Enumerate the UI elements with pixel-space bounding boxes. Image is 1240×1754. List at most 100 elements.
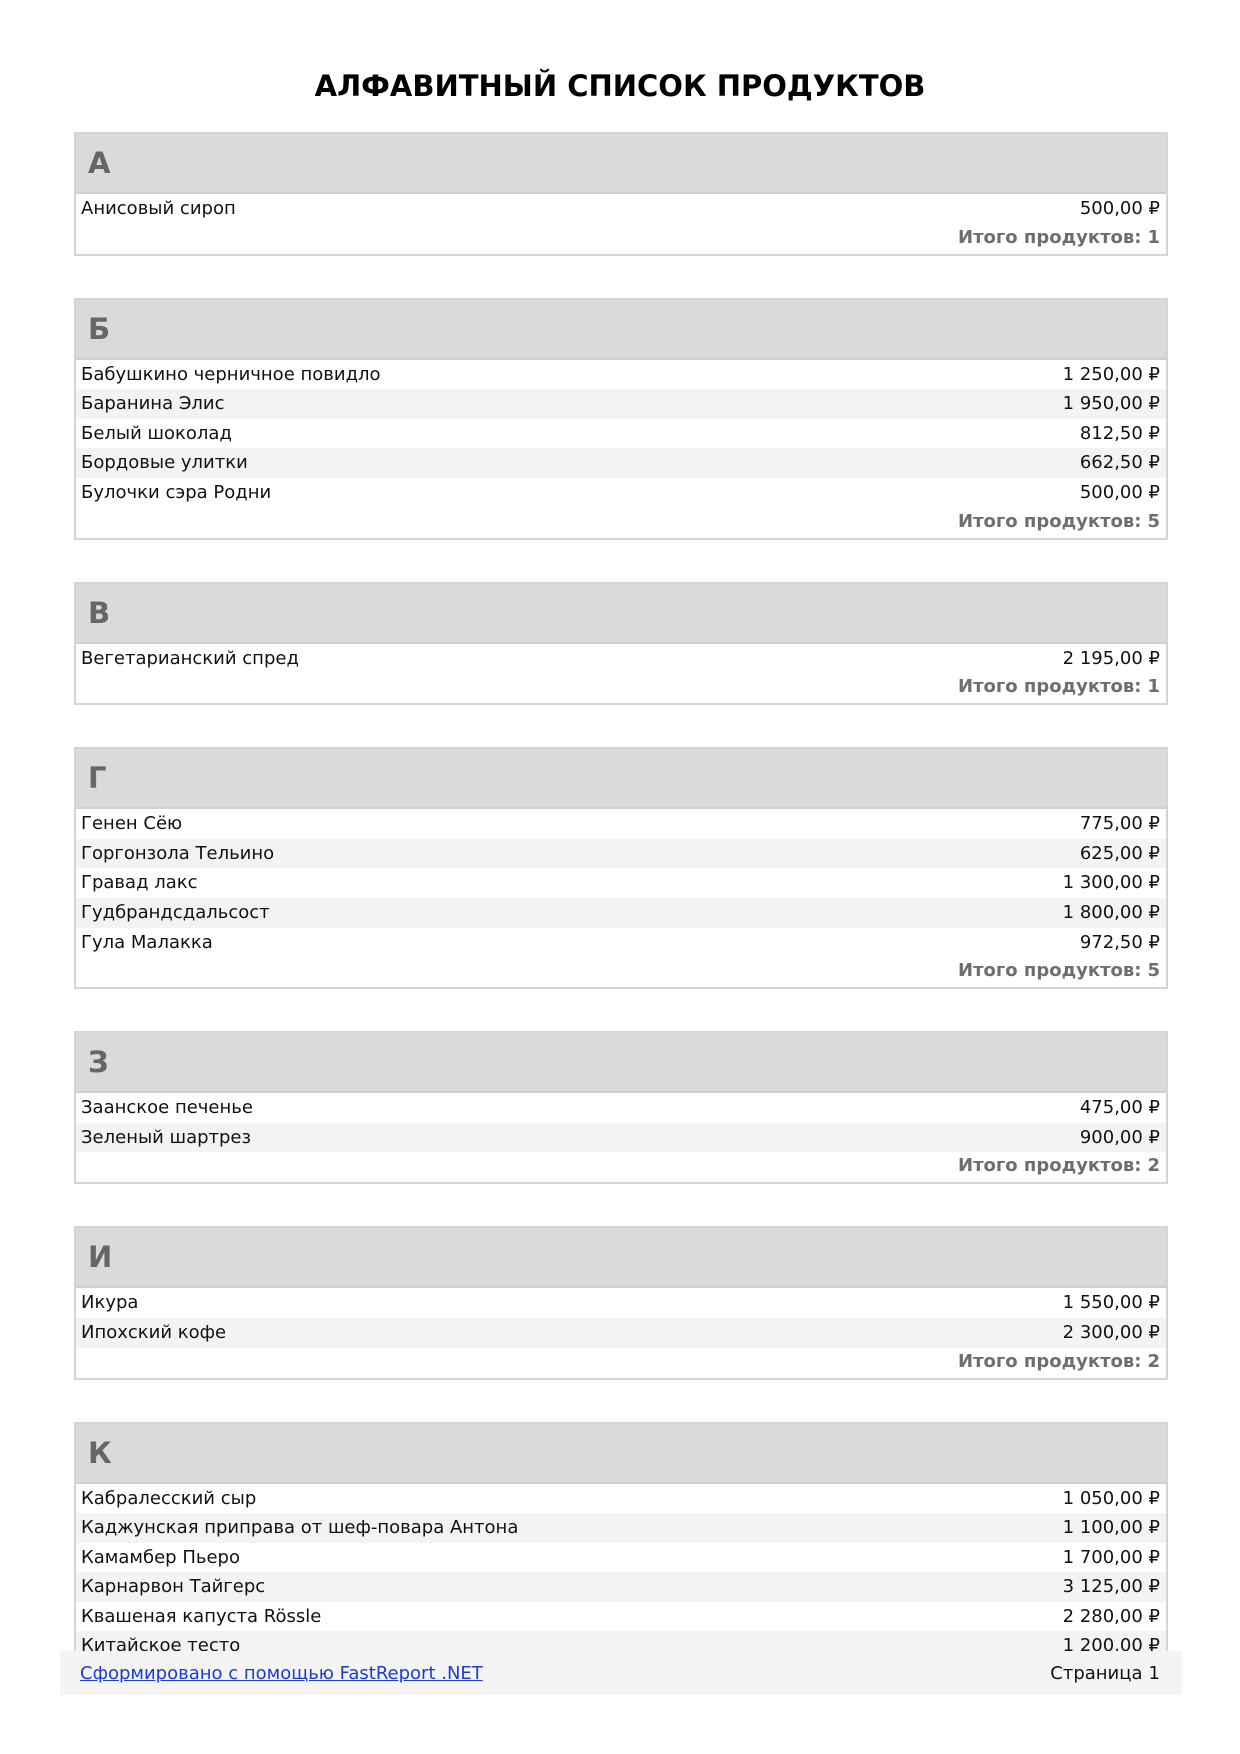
group-total-count: 2 [1147, 1155, 1160, 1177]
letter-group: Б Бабушкино черничное повидло 1 250,00 ₽ Ба… [74, 297, 1168, 540]
product-price: 1 050,00 ₽ [1062, 1487, 1160, 1509]
product-price: 2 195,00 ₽ [1062, 647, 1160, 669]
product-name: Гула Малакка [81, 931, 213, 953]
product-name: Баранина Элис [81, 393, 225, 415]
product-row: Баранина Элис 1 950,00 ₽ [76, 389, 1166, 419]
product-price: 1 300,00 ₽ [1062, 872, 1160, 894]
product-row: Камамбер Пьеро 1 700,00 ₽ [76, 1543, 1166, 1573]
product-price: 2 300,00 ₽ [1062, 1321, 1160, 1343]
product-name: Генен Сёю [81, 813, 183, 835]
product-row: Бордовые улитки 662,50 ₽ [76, 448, 1166, 478]
group-total-count: 5 [1147, 510, 1160, 532]
product-name: Ипохский кофе [81, 1321, 227, 1343]
product-price: 1 250,00 ₽ [1062, 363, 1160, 385]
product-row: Заанское печенье 475,00 ₽ [76, 1093, 1166, 1123]
page-label: Страница [1050, 1662, 1143, 1684]
group-letter-header: К [76, 1423, 1166, 1484]
product-row: Белый шоколад 812,50 ₽ [76, 419, 1166, 449]
group-total-label: Итого продуктов: [958, 510, 1142, 532]
product-name: Икура [81, 1292, 139, 1314]
letter-group: К Кабралесский сыр 1 050,00 ₽ Каджунская пр… [74, 1421, 1168, 1662]
letter-group: А Анисовый сироп 500,00 ₽ Итого продуктов: 1 [74, 132, 1168, 256]
product-name: Карнарвон Тайгерс [81, 1576, 266, 1598]
product-row: Зеленый шартрез 900,00 ₽ [76, 1122, 1166, 1153]
product-price: 500,00 ₽ [1079, 198, 1160, 219]
letter-group: Г Генен Сёю 775,00 ₽ Горгонзола Тельино 625,… [74, 747, 1168, 990]
product-row: Ипохский кофе 2 300,00 ₽ [76, 1317, 1166, 1348]
product-name: Белый шоколад [81, 422, 232, 444]
product-price: 1 100,00 ₽ [1062, 1517, 1160, 1539]
page-footer: Сформировано с помощью FastReport .NET С… [60, 1651, 1182, 1695]
product-row: Анисовый сироп 500,00 ₽ [76, 194, 1166, 224]
product-row: Каджунская приправа от шеф-повара Антона… [76, 1513, 1166, 1543]
letter-group: И Икура 1 550,00 ₽ Ипохский кофе 2 300,00 ₽ И… [74, 1226, 1168, 1380]
group-letter-header: И [76, 1228, 1166, 1289]
group-letter-header: А [76, 134, 1166, 194]
product-price: 475,00 ₽ [1079, 1097, 1160, 1119]
group-total-label: Итого продуктов: [958, 1155, 1142, 1177]
product-name: Гравад лакс [81, 872, 198, 894]
product-row: Генен Сёю 775,00 ₽ [76, 809, 1166, 839]
group-total-count: 2 [1147, 1350, 1160, 1372]
group-total-label: Итого продуктов: [958, 960, 1142, 982]
group-total: Итого продуктов: 2 [76, 1348, 1166, 1378]
group-letter-header: Б [76, 299, 1166, 360]
product-price: 1 950,00 ₽ [1062, 393, 1160, 415]
product-name: Анисовый сироп [81, 198, 236, 219]
product-price: 3 125,00 ₽ [1062, 1576, 1160, 1598]
product-row: Вегетарианский спред 2 195,00 ₽ [76, 644, 1166, 674]
product-price: 972,50 ₽ [1079, 931, 1160, 953]
report-title: АЛФАВИТНЫЙ СПИСОК ПРОДУКТОВ [314, 69, 926, 103]
product-name: Заанское печенье [81, 1097, 253, 1119]
product-row: Кабралесский сыр 1 050,00 ₽ [76, 1484, 1166, 1514]
product-name: Горгонзола Тельино [81, 842, 275, 864]
product-row: Гудбрандсдальсост 1 800,00 ₽ [76, 897, 1166, 928]
product-price: 775,00 ₽ [1079, 813, 1160, 835]
product-name: Бордовые улитки [81, 452, 248, 474]
group-total: Итого продуктов: 5 [76, 957, 1166, 987]
product-price: 1 550,00 ₽ [1062, 1292, 1160, 1314]
product-row: Икура 1 550,00 ₽ [76, 1288, 1166, 1318]
product-groups: А Анисовый сироп 500,00 ₽ Итого продуктов: 1… [74, 132, 1168, 1662]
product-name: Зеленый шартрез [81, 1126, 252, 1148]
product-price: 500,00 ₽ [1079, 481, 1160, 503]
product-row: Гравад лакс 1 300,00 ₽ [76, 868, 1166, 898]
group-total: Итого продуктов: 1 [76, 673, 1166, 703]
product-price: 2 280,00 ₽ [1062, 1605, 1160, 1627]
page-indicator: Страница 1 [1050, 1663, 1160, 1684]
group-letter-header: Г [76, 749, 1166, 810]
product-price: 625,00 ₽ [1079, 842, 1160, 864]
product-name: Квашеная капуста Rössle [81, 1605, 322, 1627]
group-total-label: Итого продуктов: [958, 1350, 1142, 1372]
group-total: Итого продуктов: 2 [76, 1152, 1166, 1182]
product-price: 900,00 ₽ [1079, 1126, 1160, 1148]
product-name: Кабралесский сыр [81, 1487, 257, 1509]
product-row: Горгонзола Тельино 625,00 ₽ [76, 838, 1166, 869]
group-total-label: Итого продуктов: [958, 226, 1142, 248]
product-name: Каджунская приправа от шеф-повара Антона [81, 1517, 519, 1539]
product-row: Квашеная капуста Rössle 2 280,00 ₽ [76, 1602, 1166, 1632]
product-row: Бабушкино черничное повидло 1 250,00 ₽ [76, 360, 1166, 390]
product-price: 812,50 ₽ [1079, 422, 1160, 444]
product-price: 1 700,00 ₽ [1062, 1546, 1160, 1568]
page-number: 1 [1148, 1662, 1160, 1684]
product-name: Гудбрандсдальсост [81, 901, 270, 923]
product-row: Карнарвон Тайгерс 3 125,00 ₽ [76, 1572, 1166, 1602]
product-name: Вегетарианский спред [81, 647, 299, 669]
group-letter-header: В [76, 583, 1166, 644]
fastreport-link[interactable]: Сформировано с помощью FastReport .NET [80, 1663, 483, 1684]
group-total: Итого продуктов: 5 [76, 508, 1166, 538]
product-row: Булочки сэра Родни 500,00 ₽ [76, 478, 1166, 508]
group-total-count: 1 [1147, 676, 1160, 698]
letter-group: В Вегетарианский спред 2 195,00 ₽ Итого про… [74, 581, 1168, 706]
group-letter-header: З [76, 1033, 1166, 1094]
product-name: Камамбер Пьеро [81, 1546, 240, 1568]
group-total-label: Итого продуктов: [958, 676, 1142, 698]
product-name: Булочки сэра Родни [81, 481, 272, 503]
product-price: 1 800,00 ₽ [1062, 901, 1160, 923]
product-name: Бабушкино черничное повидло [81, 363, 381, 385]
letter-group: З Заанское печенье 475,00 ₽ Зеленый шартрез… [74, 1031, 1168, 1185]
product-price: 662,50 ₽ [1079, 452, 1160, 474]
group-total: Итого продуктов: 1 [76, 224, 1166, 254]
group-total-count: 5 [1147, 960, 1160, 982]
